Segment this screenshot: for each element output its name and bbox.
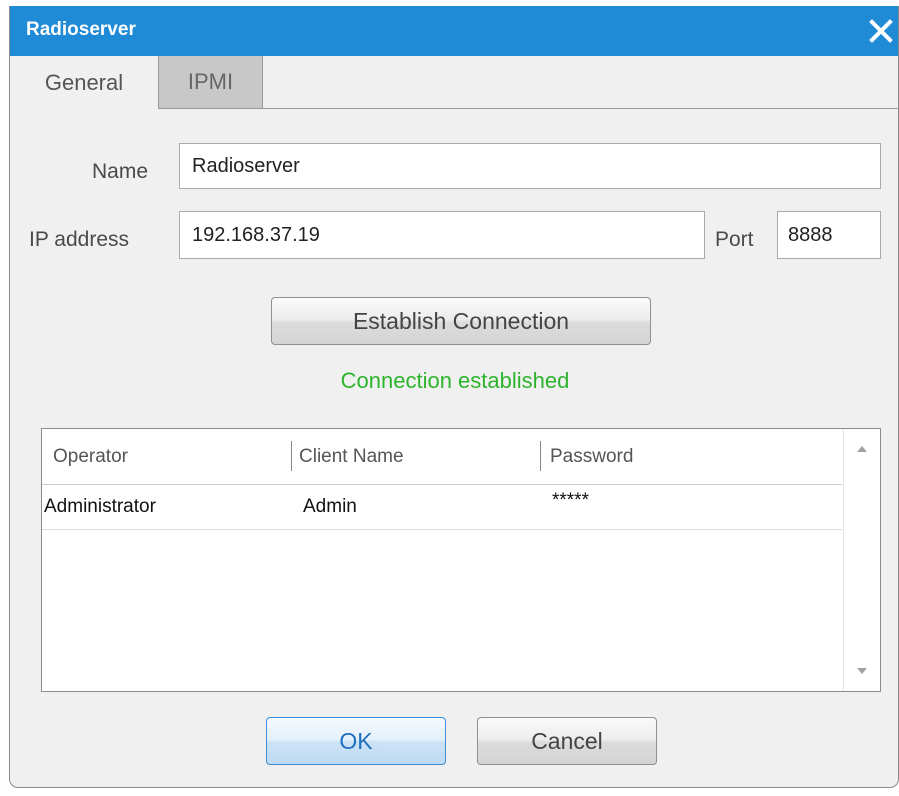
tab-strip: General IPMI: [10, 56, 898, 109]
close-button[interactable]: [864, 12, 898, 50]
window-title: Radioserver: [26, 19, 136, 40]
operators-table: Operator Client Name Password Administra…: [41, 428, 881, 692]
ip-address-label: IP address: [29, 228, 130, 251]
tab-general[interactable]: General: [10, 56, 159, 109]
scroll-up-arrow-icon[interactable]: [857, 446, 867, 452]
vertical-scrollbar[interactable]: [843, 429, 880, 691]
column-divider[interactable]: [291, 441, 292, 471]
column-header-password[interactable]: Password: [550, 429, 633, 484]
cell-client-name: Admin: [303, 496, 357, 517]
name-field[interactable]: Radioserver: [179, 143, 881, 189]
column-header-operator[interactable]: Operator: [53, 429, 128, 484]
tab-ipmi[interactable]: IPMI: [159, 56, 263, 108]
establish-connection-button[interactable]: Establish Connection: [271, 297, 651, 345]
cell-password: *****: [552, 490, 589, 511]
scroll-down-arrow-icon[interactable]: [857, 668, 867, 674]
port-field[interactable]: 8888: [777, 211, 881, 259]
cell-operator: Administrator: [44, 496, 156, 517]
ip-address-field[interactable]: 192.168.37.19: [179, 211, 705, 259]
dialog-window: Radioserver General IPMI Name Radioserve…: [9, 6, 899, 788]
table-header: Operator Client Name Password: [42, 429, 844, 485]
column-divider[interactable]: [540, 441, 541, 471]
table-row[interactable]: Administrator Admin *****: [42, 485, 842, 530]
column-header-client-name[interactable]: Client Name: [299, 429, 404, 484]
connection-status: Connection established: [340, 368, 570, 393]
ok-button[interactable]: OK: [266, 717, 446, 765]
port-label: Port: [715, 228, 754, 251]
cancel-button[interactable]: Cancel: [477, 717, 657, 765]
close-icon: [869, 19, 893, 43]
title-bar: Radioserver: [10, 6, 898, 56]
name-label: Name: [92, 160, 149, 183]
